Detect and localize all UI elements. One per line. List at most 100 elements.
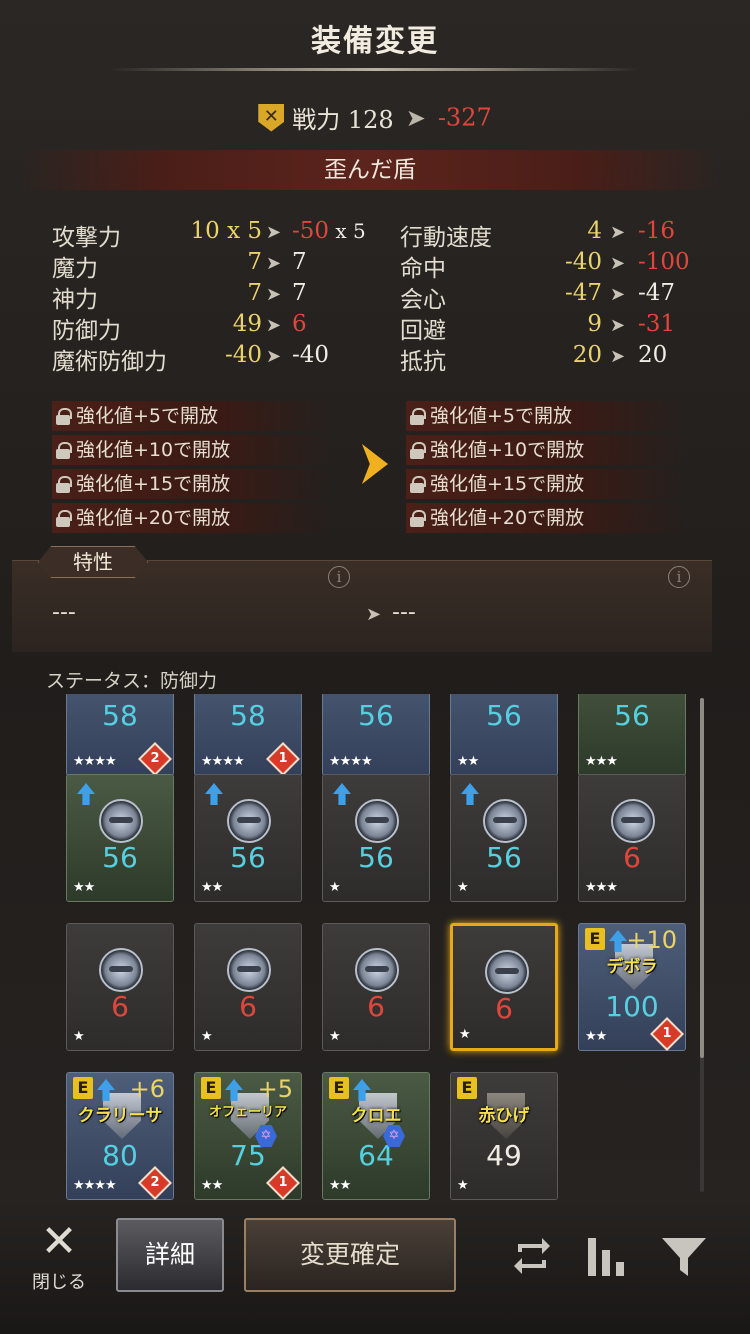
card-value: 49 — [486, 1139, 522, 1172]
stat-row: 防御力 49 ➤ 6 — [52, 311, 362, 344]
arrow-right-icon: ➤ — [366, 604, 382, 625]
stat-new: 6 — [292, 311, 307, 337]
bar-chart-icon[interactable] — [582, 1232, 630, 1280]
round-shield-icon — [483, 799, 527, 843]
card-value: 58 — [102, 699, 138, 732]
stat-label: 防御力 — [52, 318, 121, 344]
equipment-card[interactable]: E 赤ひげ 49 ★ — [450, 1072, 558, 1200]
stat-row: 行動速度 4 ➤ -16 — [400, 218, 700, 251]
arrow-right-icon: ➤ — [610, 315, 626, 336]
stat-new: -31 — [638, 311, 676, 337]
lock-icon — [410, 408, 426, 425]
equipment-card[interactable]: E クロエ ✡ 64 ★★ — [322, 1072, 430, 1200]
arrow-right-icon: ➤ — [610, 253, 626, 274]
equipment-card-selected[interactable]: 6 ★ — [450, 923, 558, 1051]
stat-current: 10 x 5 — [190, 218, 263, 244]
arrow-right-icon: ➤ — [610, 284, 626, 305]
stat-current: 20 — [572, 342, 602, 368]
card-value: 75 — [230, 1139, 266, 1172]
round-shield-icon — [611, 799, 655, 843]
rank-badge-number: 2 — [150, 751, 160, 766]
arrow-right-icon: ➤ — [266, 315, 282, 336]
rank-badge-number: 2 — [150, 1175, 160, 1190]
equipment-card[interactable]: E +10 デボラ 100 ★★ 1 — [578, 923, 686, 1051]
rarity-stars: ★ — [457, 880, 469, 895]
power-to: -327 — [437, 103, 492, 132]
equipment-card[interactable]: 58 ★★★★ 2 — [66, 694, 174, 776]
card-value: 56 — [486, 841, 522, 874]
card-value: 80 — [102, 1139, 138, 1172]
info-icon[interactable]: i — [668, 566, 690, 588]
stat-row: 魔力 7 ➤ 7 — [52, 249, 362, 282]
card-value: 56 — [102, 841, 138, 874]
confirm-change-button[interactable]: 変更確定 — [244, 1218, 456, 1292]
arrow-right-icon: ➤ — [266, 284, 282, 305]
equipment-card[interactable]: 6 ★★★ — [578, 774, 686, 902]
equipment-change-screen: 装備変更 ✕ 戦力 128 ➤ -327 歪んだ盾 攻撃力 10 x 5 ➤ -50 x 5… — [0, 0, 750, 1334]
round-shield-icon — [355, 948, 399, 992]
trait-new: --- — [392, 600, 416, 625]
stat-label: 攻撃力 — [52, 225, 121, 251]
stat-label: 行動速度 — [400, 225, 492, 251]
close-icon: ✕ — [40, 1216, 78, 1267]
equipment-card[interactable]: 56 ★★★★ — [322, 694, 430, 776]
locked-slot: 強化値+5で開放 — [406, 401, 686, 431]
card-value: 56 — [358, 841, 394, 874]
rarity-stars: ★ — [73, 1029, 85, 1044]
equipment-card[interactable]: E +5 オフェーリア ✡ 75 ★★ 1 — [194, 1072, 302, 1200]
equipment-card[interactable]: 56 ★★★ — [578, 694, 686, 776]
stat-new-suffix: x 5 — [329, 219, 366, 243]
stat-current: 49 — [232, 311, 262, 337]
equipment-card[interactable]: 6 ★ — [66, 923, 174, 1051]
stat-row: 回避 9 ➤ -31 — [400, 311, 700, 344]
lock-icon — [56, 476, 72, 493]
stat-row: 命中 -40 ➤ -100 — [400, 249, 700, 282]
scrollbar[interactable] — [700, 698, 704, 1192]
trait-current: --- — [52, 600, 76, 625]
arrow-right-icon: ➤ — [266, 222, 282, 243]
arrow-right-icon: ➤ — [610, 222, 626, 243]
bottom-toolbar: ✕ 閉じる 詳細 変更確定 — [0, 1202, 750, 1334]
card-value: 6 — [495, 992, 513, 1025]
equipment-card[interactable]: 58 ★★★★ 1 — [194, 694, 302, 776]
stat-current: 9 — [587, 311, 602, 337]
stat-label: 会心 — [400, 287, 446, 313]
stat-current: 7 — [247, 280, 262, 306]
equipped-by-name: クラリーサ — [77, 1106, 163, 1126]
scrollbar-thumb[interactable] — [700, 698, 704, 1058]
equipped-by-name: オフェーリア — [208, 1105, 287, 1120]
equipped-badge: E — [73, 1077, 93, 1099]
locked-slot-label: 強化値+15で開放 — [430, 473, 585, 495]
rarity-stars: ★★ — [201, 880, 223, 895]
rarity-stars: ★★★★ — [73, 754, 117, 769]
rarity-stars: ★★ — [585, 1029, 607, 1044]
stat-new: 7 — [292, 280, 307, 306]
close-button[interactable]: ✕ 閉じる — [26, 1220, 92, 1294]
rarity-stars: ★ — [201, 1029, 213, 1044]
locked-slot-label: 強化値+15で開放 — [76, 473, 231, 495]
equipment-card[interactable]: 6 ★ — [322, 923, 430, 1051]
crossed-swords-shield-icon: ✕ — [258, 103, 285, 132]
equipment-card[interactable]: 56 ★★ — [66, 774, 174, 902]
detail-button[interactable]: 詳細 — [116, 1218, 224, 1292]
stat-new: -40 — [292, 342, 330, 368]
locked-slot-label: 強化値+10で開放 — [76, 439, 231, 461]
equipment-card[interactable]: 6 ★ — [194, 923, 302, 1051]
stat-row: 会心 -47 ➤ -47 — [400, 280, 700, 313]
equipment-card[interactable]: 56 ★★ — [450, 694, 558, 776]
sync-icon[interactable] — [508, 1232, 556, 1280]
info-icon[interactable]: i — [328, 566, 350, 588]
equipment-card[interactable]: 56 ★ — [322, 774, 430, 902]
rank-badge: 2 — [138, 742, 172, 776]
stat-label: 神力 — [52, 287, 98, 313]
card-value: 6 — [239, 990, 257, 1023]
filter-icon[interactable] — [660, 1232, 708, 1280]
stat-row: 攻撃力 10 x 5 ➤ -50 x 5 — [52, 218, 366, 251]
equipment-card[interactable]: E +6 クラリーサ 80 ★★★★ 2 — [66, 1072, 174, 1200]
lock-icon — [56, 408, 72, 425]
card-value: 56 — [486, 699, 522, 732]
equipped-badge: E — [585, 928, 605, 950]
equipment-card[interactable]: 56 ★ — [450, 774, 558, 902]
equipment-card[interactable]: 56 ★★ — [194, 774, 302, 902]
locked-slot: 強化値+15で開放 — [406, 469, 686, 499]
